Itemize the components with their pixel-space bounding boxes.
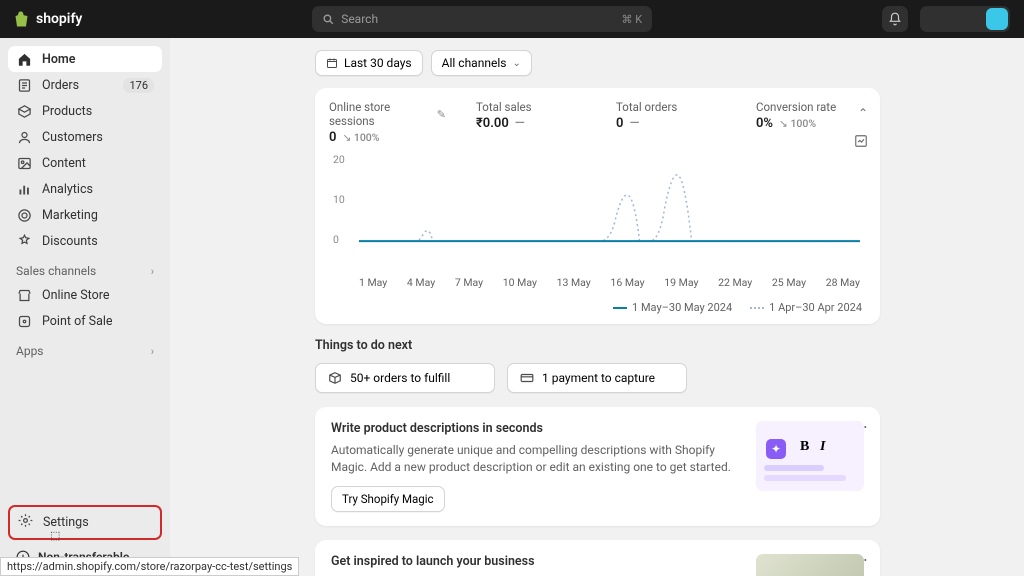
sessions-chart: 20 10 0 1 May 4 May 7 May 10 May 13 May …	[335, 153, 866, 273]
stat-total-sales[interactable]: Total sales ₹0.00—	[476, 100, 586, 145]
sidebar-item-marketing[interactable]: Marketing	[8, 202, 162, 228]
products-icon	[16, 103, 32, 119]
main-content: Last 30 days All channels ⌄ ⌃ Online sto…	[170, 38, 1024, 576]
channel-filter[interactable]: All channels ⌄	[431, 50, 532, 76]
user-menu[interactable]	[920, 6, 1010, 32]
chart-icon	[854, 134, 868, 148]
package-icon	[328, 371, 342, 385]
sidebar-item-label: Customers	[42, 130, 103, 145]
ytick: 20	[333, 153, 345, 166]
sidebar: Home Orders 176 Products Customers Conte…	[0, 38, 170, 576]
italic-icon: I	[820, 439, 825, 455]
search-input[interactable]: Search ⌘ K	[312, 6, 652, 32]
legend-current: 1 May–30 May 2024	[613, 301, 732, 314]
stat-conversion[interactable]: Conversion rate 0%↘ 100%	[756, 100, 866, 145]
bold-icon: B	[800, 439, 809, 455]
gear-icon	[18, 513, 33, 532]
sidebar-item-discounts[interactable]: Discounts	[8, 228, 162, 254]
todo-heading: Things to do next	[315, 338, 1004, 353]
xaxis-ticks: 1 May 4 May 7 May 10 May 13 May 16 May 1…	[359, 276, 860, 289]
search-kbd: ⌘ K	[622, 13, 643, 26]
todo-row: 50+ orders to fulfill 1 payment to captu…	[315, 363, 1004, 393]
pencil-icon[interactable]: ✎	[437, 108, 446, 121]
chart-type-button[interactable]	[854, 134, 868, 152]
chevron-right-icon: ›	[151, 345, 154, 358]
sidebar-item-content[interactable]: Content	[8, 150, 162, 176]
sidebar-item-products[interactable]: Products	[8, 98, 162, 124]
section-apps[interactable]: Apps ›	[8, 334, 162, 362]
search-icon	[322, 13, 335, 26]
card-title: Write product descriptions in seconds	[331, 421, 736, 436]
brand-text: shopify	[36, 11, 82, 27]
sidebar-item-label: Point of Sale	[42, 314, 113, 329]
discounts-icon	[16, 233, 32, 249]
notifications-button[interactable]	[882, 6, 908, 32]
section-sales-channels[interactable]: Sales channels ›	[8, 254, 162, 282]
sidebar-item-label: Products	[42, 104, 92, 119]
stat-total-orders[interactable]: Total orders 0—	[616, 100, 726, 145]
sidebar-item-analytics[interactable]: Analytics	[8, 176, 162, 202]
card-get-inspired: ⋯ Get inspired to launch your business B…	[315, 540, 880, 576]
marketing-icon	[16, 207, 32, 223]
card-illustration	[756, 554, 864, 576]
sidebar-item-label: Analytics	[42, 182, 93, 197]
todo-fulfill-orders[interactable]: 50+ orders to fulfill	[315, 363, 495, 393]
analytics-card: ⌃ Online store sessions ✎ 0↘ 100% Total …	[315, 88, 880, 324]
sidebar-item-label: Content	[42, 156, 86, 171]
avatar	[986, 8, 1008, 30]
card-shopify-magic: ⋯ Write product descriptions in seconds …	[315, 407, 880, 526]
chart-svg	[359, 153, 860, 243]
content-icon	[16, 155, 32, 171]
stat-sessions[interactable]: Online store sessions ✎ 0↘ 100%	[329, 100, 446, 145]
search-placeholder: Search	[341, 12, 378, 26]
ytick: 0	[333, 233, 339, 246]
calendar-icon	[326, 57, 338, 69]
filter-row: Last 30 days All channels ⌄	[315, 50, 1004, 76]
chevron-down-icon: ⌄	[512, 58, 520, 69]
sparkle-icon: ✦	[766, 439, 786, 459]
sidebar-item-label: Orders	[42, 78, 79, 93]
card-desc: Automatically generate unique and compel…	[331, 442, 736, 476]
payment-icon	[520, 371, 534, 385]
sidebar-item-customers[interactable]: Customers	[8, 124, 162, 150]
sidebar-item-settings[interactable]: Settings ⬚	[8, 505, 162, 540]
home-icon	[16, 51, 32, 67]
sidebar-item-label: Online Store	[42, 288, 109, 303]
sidebar-item-point-of-sale[interactable]: Point of Sale	[8, 308, 162, 334]
date-range-filter[interactable]: Last 30 days	[315, 50, 423, 76]
sidebar-item-label: Discounts	[42, 234, 98, 249]
chevron-right-icon: ›	[151, 265, 154, 278]
cursor-icon: ⬚	[50, 529, 60, 542]
store-icon	[16, 287, 32, 303]
try-shopify-magic-button[interactable]: Try Shopify Magic	[331, 486, 445, 512]
orders-icon	[16, 77, 32, 93]
customers-icon	[16, 129, 32, 145]
collapse-button[interactable]: ⌃	[858, 106, 868, 120]
bell-icon	[888, 12, 902, 26]
shopify-bag-icon	[14, 10, 32, 28]
todo-capture-payment[interactable]: 1 payment to capture	[507, 363, 687, 393]
orders-badge: 176	[123, 78, 154, 93]
card-title: Get inspired to launch your business	[331, 554, 736, 569]
analytics-icon	[16, 181, 32, 197]
sidebar-item-home[interactable]: Home	[8, 46, 162, 72]
card-illustration: ✦ B I	[756, 421, 864, 491]
chart-legend: 1 May–30 May 2024 1 Apr–30 Apr 2024	[329, 293, 866, 316]
pos-icon	[16, 313, 32, 329]
sidebar-item-label: Settings	[43, 515, 89, 530]
topbar: shopify Search ⌘ K	[0, 0, 1024, 38]
legend-compare: 1 Apr–30 Apr 2024	[750, 301, 862, 314]
brand-logo[interactable]: shopify	[14, 10, 82, 28]
sidebar-item-orders[interactable]: Orders 176	[8, 72, 162, 98]
ytick: 10	[333, 193, 345, 206]
stats-row: Online store sessions ✎ 0↘ 100% Total sa…	[329, 100, 866, 145]
sidebar-item-online-store[interactable]: Online Store	[8, 282, 162, 308]
sidebar-item-label: Home	[42, 52, 76, 67]
sidebar-item-label: Marketing	[42, 208, 98, 223]
